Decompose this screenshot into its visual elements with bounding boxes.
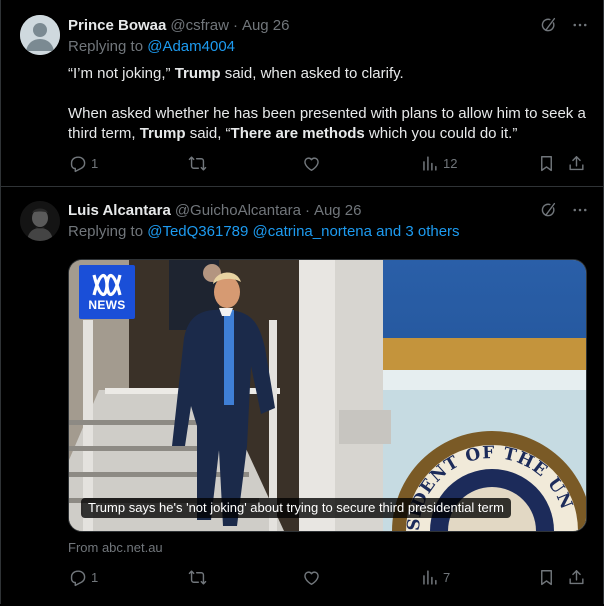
repost-icon <box>188 154 207 173</box>
grok-icon[interactable] <box>539 16 557 34</box>
reply-icon <box>68 568 87 587</box>
reply-count: 1 <box>91 156 99 171</box>
timeline-frame: Prince Bowaa @csfraw · Aug 26 Replying t… <box>0 0 604 604</box>
bold-span: Trump <box>174 65 221 82</box>
repost-icon <box>188 568 207 587</box>
tweet-date[interactable]: Aug 26 <box>314 202 362 219</box>
views-button[interactable]: 12 <box>420 154 457 173</box>
like-button[interactable] <box>302 154 321 173</box>
author-name[interactable]: Prince Bowaa <box>68 17 166 34</box>
bold-span: Trump <box>139 125 186 142</box>
replying-to-link[interactable]: @TedQ361789 @catrina_nortena and 3 other… <box>147 223 459 240</box>
views-count: 12 <box>443 156 458 171</box>
text-span: said, “ <box>185 125 231 142</box>
link-card-title: Trump says he's 'not joking' about tryin… <box>81 498 511 518</box>
tweet-paragraph: When asked whether he has been presented… <box>68 104 589 144</box>
link-source[interactable]: From abc.net.au <box>68 540 163 555</box>
text-span: said, when asked to clarify. <box>220 65 404 82</box>
bookmark-button[interactable] <box>537 568 556 587</box>
share-icon <box>567 154 586 173</box>
author-handle[interactable]: @GuichoAlcantara <box>175 202 301 219</box>
reply-button[interactable]: 1 <box>68 154 98 173</box>
author-name[interactable]: Luis Alcantara <box>68 202 171 219</box>
share-icon <box>567 568 586 587</box>
text-span: “I’m not joking,” <box>68 65 175 82</box>
replying-prefix: Replying to <box>68 223 148 240</box>
tweet-text: “I’m not joking,” Trump said, when asked… <box>68 64 589 144</box>
like-button[interactable] <box>302 568 321 587</box>
more-icon[interactable] <box>571 201 589 219</box>
action-bar: 1 7 <box>68 568 589 588</box>
separator: · <box>304 201 310 219</box>
more-icon[interactable] <box>571 16 589 34</box>
author-handle[interactable]: @csfraw <box>170 17 229 34</box>
action-bar: 1 12 <box>68 154 589 174</box>
replying-prefix: Replying to <box>68 38 148 55</box>
replying-to: Replying to @TedQ361789 @catrina_nortena… <box>68 223 460 243</box>
views-button[interactable]: 7 <box>420 568 450 587</box>
replying-to: Replying to @Adam4004 <box>68 38 235 58</box>
reply-icon <box>68 154 87 173</box>
bookmark-icon <box>537 568 556 587</box>
tweet-paragraph: “I’m not joking,” Trump said, when asked… <box>68 64 589 84</box>
avatar-image <box>20 201 60 241</box>
repost-button[interactable] <box>188 568 207 587</box>
share-button[interactable] <box>567 568 586 587</box>
reply-button[interactable]: 1 <box>68 568 98 587</box>
bold-span: There are methods <box>230 125 365 142</box>
tweet-header: Luis Alcantara @GuichoAlcantara · Aug 26 <box>68 200 589 220</box>
text-span: which you could do it.” <box>364 125 518 142</box>
replying-to-link[interactable]: @Adam4004 <box>147 38 235 55</box>
tweet-date[interactable]: Aug 26 <box>242 17 290 34</box>
views-count: 7 <box>443 570 451 585</box>
tweet[interactable]: Prince Bowaa @csfraw · Aug 26 Replying t… <box>1 0 603 187</box>
share-button[interactable] <box>567 154 586 173</box>
views-icon <box>420 154 439 173</box>
like-icon <box>302 568 321 587</box>
tweet[interactable]: Luis Alcantara @GuichoAlcantara · Aug 26… <box>1 187 603 604</box>
bookmark-button[interactable] <box>537 154 556 173</box>
avatar[interactable] <box>20 201 60 241</box>
tweet-header: Prince Bowaa @csfraw · Aug 26 <box>68 15 589 35</box>
grok-icon[interactable] <box>539 201 557 219</box>
separator: · <box>232 16 238 34</box>
link-card-image[interactable]: NEWS SIDENT OF THE UN Trump says he's 'n… <box>68 259 587 532</box>
avatar[interactable] <box>20 15 60 55</box>
reply-count: 1 <box>91 570 99 585</box>
bookmark-icon <box>537 154 556 173</box>
presidential-seal: SIDENT OF THE UN <box>404 443 576 531</box>
repost-button[interactable] <box>188 154 207 173</box>
like-icon <box>302 154 321 173</box>
views-icon <box>420 568 439 587</box>
default-avatar-icon <box>20 15 60 55</box>
